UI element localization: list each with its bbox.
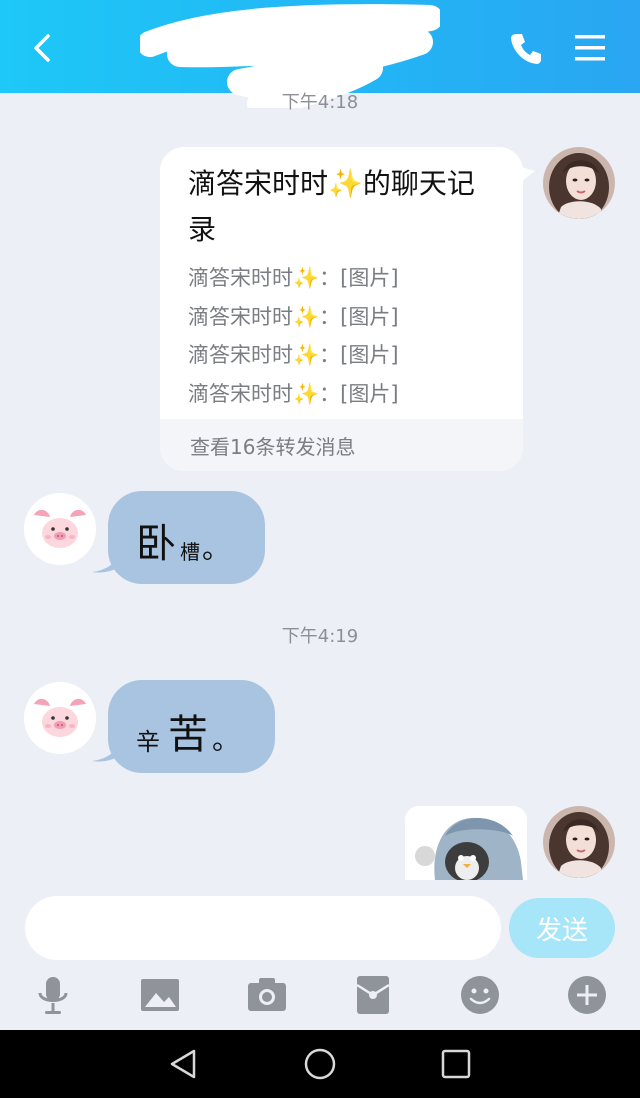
view-forwarded-messages-link[interactable]: 查看16条转发消息 (160, 419, 523, 471)
piglet-avatar-image (24, 493, 96, 565)
recents-square-icon[interactable] (436, 1044, 476, 1084)
red-packet-icon (356, 976, 390, 1014)
back-triangle-icon[interactable] (164, 1044, 204, 1084)
my-avatar[interactable] (543, 806, 615, 878)
red-packet-button[interactable] (351, 973, 395, 1017)
more-plus-button[interactable] (565, 973, 609, 1017)
image-icon (141, 979, 179, 1011)
penguin-sticker-image (405, 806, 527, 880)
hamburger-menu-icon[interactable] (570, 28, 610, 68)
message-text-small: 槽 (180, 540, 200, 564)
plus-icon (568, 976, 606, 1014)
forward-preview-line: 滴答宋时时✨：[图片] (188, 259, 508, 298)
message-input[interactable] (25, 896, 501, 960)
portrait-avatar-image (543, 806, 615, 878)
message-text-period: 。 (212, 723, 241, 756)
camera-icon (248, 978, 286, 1011)
image-button[interactable] (138, 973, 182, 1017)
forward-preview-line: 滴答宋时时✨：[图片] (188, 298, 508, 337)
sparkle-icon: ✨ (293, 266, 320, 290)
timestamp-419: 下午4:19 (281, 626, 359, 647)
my-avatar[interactable] (543, 147, 615, 219)
timestamp-418: 下午4:18 (281, 92, 359, 110)
sparkle-icon: ✨ (328, 167, 363, 200)
message-text-large: 卧 (136, 521, 176, 567)
forward-footer-label: 查看16条转发消息 (190, 435, 356, 459)
send-button[interactable]: 发送 (509, 898, 615, 958)
back-chevron-icon[interactable] (22, 28, 62, 68)
system-navigation-bar (0, 1030, 640, 1098)
message-text-small: 辛 (136, 728, 160, 756)
camera-button[interactable] (245, 973, 289, 1017)
bubble-tail (515, 165, 535, 187)
forward-card-title: 滴答宋时时✨的聊天记录 (188, 161, 498, 253)
penguin-sticker-message[interactable] (405, 806, 527, 880)
sparkle-icon: ✨ (293, 381, 320, 406)
piglet-avatar-image (24, 682, 96, 754)
phone-icon[interactable] (506, 28, 546, 68)
forward-preview-lines: 滴答宋时时✨：[图片] 滴答宋时时✨：[图片] 滴答宋时时✨：[图片] 滴答宋时… (188, 259, 508, 413)
emoji-icon (461, 976, 499, 1014)
contact-avatar[interactable] (24, 493, 96, 565)
contact-avatar[interactable] (24, 682, 96, 754)
incoming-message-bubble[interactable]: 辛 苦 。 (92, 680, 275, 773)
sparkle-icon: ✨ (293, 343, 320, 367)
forward-preview-line: 滴答宋时时✨：[图片] (188, 375, 508, 414)
portrait-avatar-image (543, 147, 615, 219)
forward-preview-line: 滴答宋时时✨：[图片] (188, 336, 508, 375)
forwarded-history-card[interactable]: 滴答宋时时✨的聊天记录 滴答宋时时✨：[图片] 滴答宋时时✨：[图片] 滴答宋时… (160, 147, 535, 471)
microphone-icon (38, 977, 68, 1014)
microphone-button[interactable] (31, 973, 75, 1017)
emoji-button[interactable] (458, 973, 502, 1017)
home-circle-icon[interactable] (300, 1044, 340, 1084)
message-text-large: 苦 (168, 712, 208, 758)
bubble-tail (92, 548, 122, 573)
incoming-message-bubble[interactable]: 卧 槽 。 (92, 491, 265, 584)
message-text-period: 。 (202, 532, 231, 565)
sparkle-icon: ✨ (293, 304, 320, 329)
bubble-tail (92, 737, 122, 762)
